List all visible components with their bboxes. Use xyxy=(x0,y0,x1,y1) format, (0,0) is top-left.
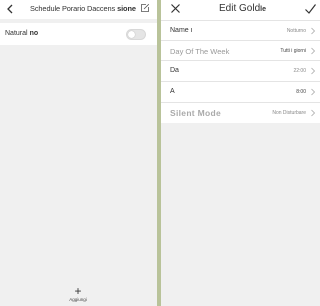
edit-title-text: Edit Gold xyxy=(219,3,261,14)
end-time-row[interactable]: A 8:00 xyxy=(161,81,320,102)
edit-header: Edit Goldle xyxy=(161,0,320,20)
page-title-text: Schedule Porario Daccens xyxy=(30,4,116,13)
checkmark-icon[interactable] xyxy=(304,3,317,15)
start-time-value: 22:00 xyxy=(293,68,306,74)
day-of-week-value: Tutti i giorni xyxy=(280,48,306,54)
schedule-header: Schedule Porario Daccens sione xyxy=(0,0,157,19)
chevron-right-icon xyxy=(311,88,316,96)
edit-title-suffix: le xyxy=(260,6,266,13)
end-time-value: 8:00 xyxy=(296,89,306,95)
natural-label-text: Natural xyxy=(5,30,28,37)
natural-label: Natural no xyxy=(5,30,38,37)
page-title: Schedule Porario Daccens sione xyxy=(30,4,136,13)
page-title-bold: sione xyxy=(117,4,136,13)
toggle-knob xyxy=(128,31,135,38)
natural-value: no xyxy=(29,30,39,37)
end-time-label: A xyxy=(170,88,175,95)
chevron-right-icon xyxy=(311,109,316,117)
silent-mode-value: Non Disturbare xyxy=(272,110,306,116)
name-label: Name ı xyxy=(170,27,193,34)
silent-mode-row[interactable]: Silent Mode Non Disturbare xyxy=(161,102,320,123)
start-time-row[interactable]: Da 22:00 xyxy=(161,60,320,81)
start-time-label: Da xyxy=(170,67,179,74)
edit-icon[interactable] xyxy=(140,3,150,13)
chevron-left-icon[interactable] xyxy=(4,3,16,15)
schedule-list-screen: Schedule Porario Daccens sione Natural no… xyxy=(0,0,157,306)
chevron-right-icon xyxy=(311,27,316,35)
natural-toggle[interactable] xyxy=(126,29,146,40)
day-of-week-label: Day Of The Week xyxy=(170,47,230,56)
chevron-right-icon xyxy=(311,67,316,75)
name-row[interactable]: Name ı Notturno xyxy=(161,20,320,40)
plus-icon: + xyxy=(74,284,82,298)
natural-row[interactable]: Natural no xyxy=(0,23,157,45)
silent-mode-label: Silent Mode xyxy=(170,108,221,118)
chevron-right-icon xyxy=(311,47,316,55)
edit-schedule-screen: Edit Goldle Name ı Notturno Day Of The W… xyxy=(161,0,320,306)
add-button-label: Aggiungi xyxy=(69,297,87,302)
name-value: Notturno xyxy=(286,28,306,34)
day-of-week-row[interactable]: Day Of The Week Tutti i giorni xyxy=(161,40,320,60)
edit-title: Edit Goldle xyxy=(161,3,320,14)
add-schedule-button[interactable]: + Aggiungi xyxy=(60,284,96,306)
